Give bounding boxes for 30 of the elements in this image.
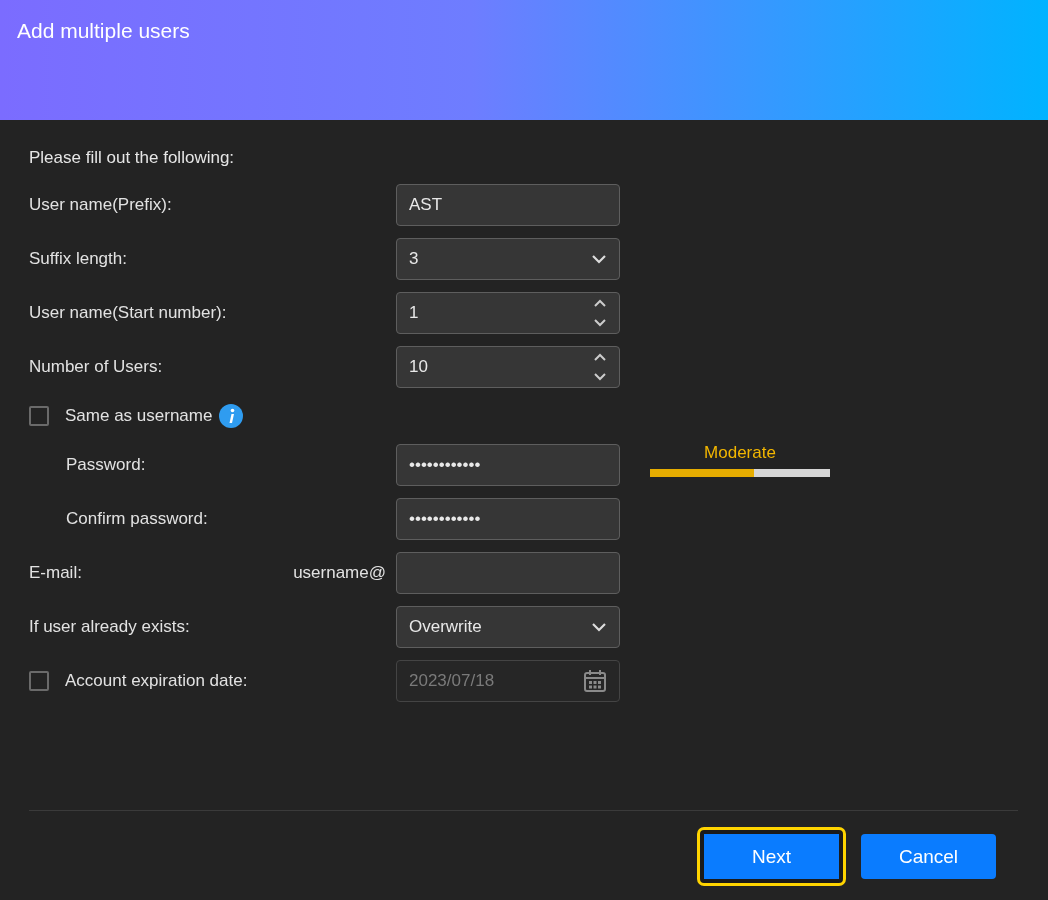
strength-label: Moderate	[704, 443, 776, 463]
field-label: User name(Prefix):	[29, 195, 172, 215]
number-field[interactable]: 1	[396, 292, 620, 334]
dropdown[interactable]: Overwrite	[396, 606, 620, 648]
checkbox[interactable]	[29, 406, 49, 426]
text-field[interactable]: AST	[396, 184, 620, 226]
field-label: Number of Users:	[29, 357, 163, 377]
password-field[interactable]: ••••••••••••	[396, 498, 620, 540]
field-label: If user already exists:	[29, 617, 190, 637]
dropdown[interactable]: 3	[396, 238, 620, 280]
field-label: E-mail:	[29, 563, 82, 583]
email-prefix: username@	[293, 563, 386, 583]
info-icon[interactable]	[219, 404, 244, 428]
field-label: Same as username	[65, 406, 213, 426]
password-field[interactable]: ••••••••••••	[396, 444, 620, 486]
intro-text: Please fill out the following:	[29, 147, 236, 169]
spinner-arrows-icon[interactable]	[593, 352, 607, 382]
field-label: Account expiration date:	[65, 671, 248, 691]
number-field[interactable]: 10	[396, 346, 620, 388]
email-field[interactable]	[396, 552, 620, 594]
dialog-button[interactable]: Cancel	[861, 834, 996, 879]
window-title: Add multiple users	[17, 19, 191, 43]
field-label: Suffix length:	[29, 249, 127, 269]
chevron-down-icon[interactable]	[591, 254, 607, 264]
field-label: Password:	[66, 455, 146, 475]
spinner-arrows-icon[interactable]	[593, 298, 607, 328]
dialog-button[interactable]: Next	[697, 827, 846, 886]
field-label: Confirm password:	[66, 509, 208, 529]
field-label: User name(Start number):	[29, 303, 227, 323]
chevron-down-icon[interactable]	[591, 622, 607, 632]
